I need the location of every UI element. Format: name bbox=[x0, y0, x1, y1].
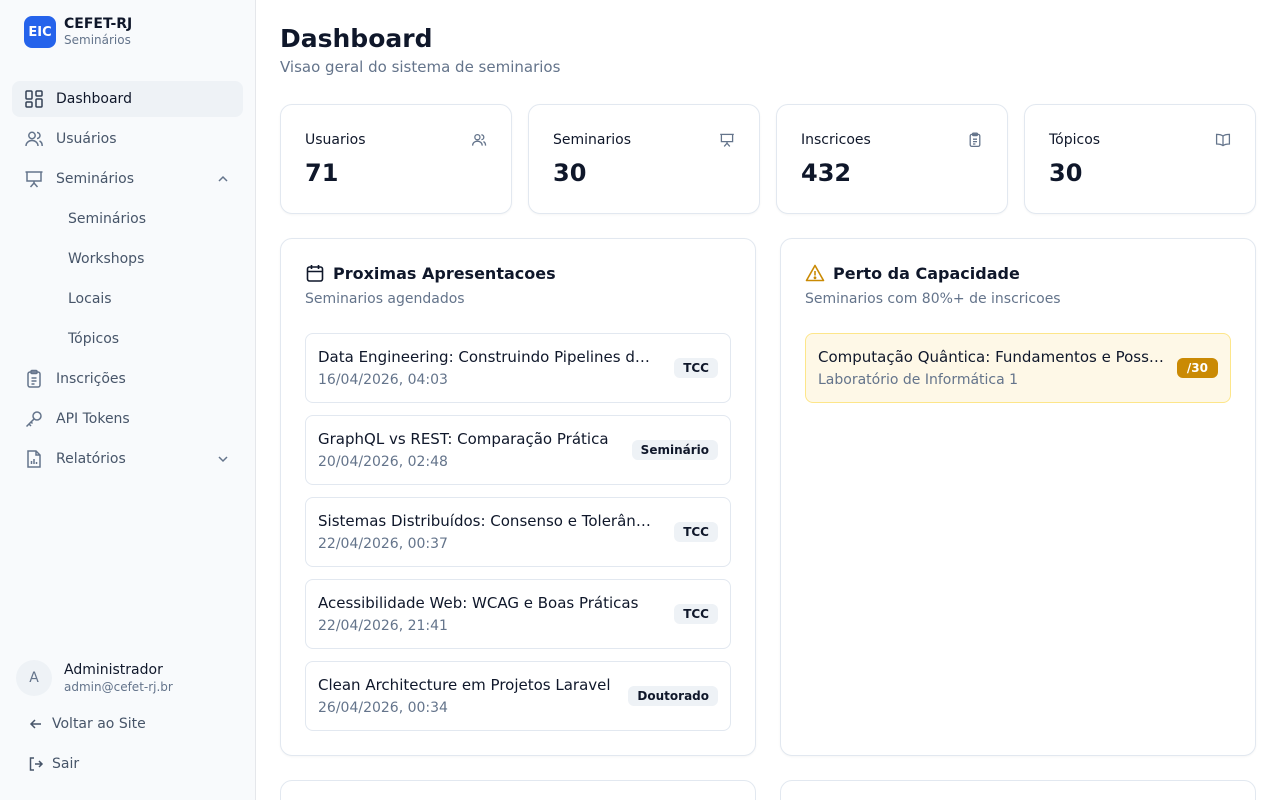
stat-card-usuarios: Usuarios 71 bbox=[280, 104, 512, 214]
page-subtitle: Visao geral do sistema de seminarios bbox=[280, 58, 561, 76]
sidebar-item-label: Usuários bbox=[56, 131, 117, 147]
logout-icon bbox=[28, 756, 44, 772]
seminar-date: 22/04/2026, 00:37 bbox=[318, 536, 448, 552]
presentation-icon bbox=[719, 132, 735, 148]
stat-label: Usuarios bbox=[305, 132, 366, 148]
stat-label: Seminarios bbox=[553, 132, 631, 148]
warning-icon bbox=[805, 263, 825, 283]
brand-subtitle: Seminários bbox=[64, 33, 131, 47]
sidebar-item-label: API Tokens bbox=[56, 411, 130, 427]
panel-subtitle: Seminarios com 80%+ de inscricoes bbox=[805, 291, 1061, 307]
stat-value: 30 bbox=[1049, 159, 1083, 187]
seminar-type-badge: Doutorado bbox=[628, 686, 718, 706]
panel-title: Perto da Capacidade bbox=[833, 263, 1020, 283]
stat-value: 30 bbox=[553, 159, 587, 187]
stat-card-seminarios: Seminarios 30 bbox=[528, 104, 760, 214]
bottom-panel-left bbox=[280, 780, 756, 800]
seminar-title: Data Engineering: Construindo Pipelines … bbox=[318, 348, 658, 366]
near-capacity-panel: Perto da Capacidade Seminarios com 80%+ … bbox=[780, 238, 1256, 756]
capacity-badge: /30 bbox=[1176, 358, 1218, 378]
seminar-title: Acessibilidade Web: WCAG e Boas Práticas bbox=[318, 594, 639, 612]
sidebar-subitem-locais[interactable]: Locais bbox=[12, 281, 243, 317]
seminar-title: Sistemas Distribuídos: Consenso e Tolerâ… bbox=[318, 512, 658, 530]
calendar-icon bbox=[305, 263, 325, 283]
seminar-title: GraphQL vs REST: Comparação Prática bbox=[318, 430, 609, 448]
capacity-item[interactable]: Computação Quântica: Fundamentos e Possi… bbox=[805, 333, 1231, 403]
logout-link[interactable]: Sair bbox=[28, 756, 79, 772]
back-to-site-link[interactable]: Voltar ao Site bbox=[28, 716, 146, 732]
stat-value: 71 bbox=[305, 159, 339, 187]
sidebar-subitem-topicos[interactable]: Tópicos bbox=[12, 321, 243, 357]
book-icon bbox=[1215, 132, 1231, 148]
seminar-title: Clean Architecture em Projetos Laravel bbox=[318, 676, 611, 694]
stat-card-topicos: Tópicos 30 bbox=[1024, 104, 1256, 214]
stat-card-inscricoes: Inscricoes 432 bbox=[776, 104, 1008, 214]
presentation-icon bbox=[24, 169, 44, 189]
seminar-item[interactable]: Data Engineering: Construindo Pipelines … bbox=[305, 333, 731, 403]
bottom-panel-right bbox=[780, 780, 1256, 800]
sidebar: EIC CEFET-RJ Seminários Dashboard Usuári… bbox=[0, 0, 256, 800]
key-icon bbox=[24, 409, 44, 429]
sidebar-item-usuarios[interactable]: Usuários bbox=[12, 121, 243, 157]
seminar-date: 22/04/2026, 21:41 bbox=[318, 618, 448, 634]
seminar-type-badge: TCC bbox=[674, 358, 718, 378]
page-title: Dashboard bbox=[280, 24, 433, 53]
seminar-title: Computação Quântica: Fundamentos e Possi… bbox=[818, 348, 1164, 366]
avatar: A bbox=[16, 660, 52, 696]
sidebar-item-label: Inscrições bbox=[56, 371, 126, 387]
seminar-date: 20/04/2026, 02:48 bbox=[318, 454, 448, 470]
upcoming-presentations-panel: Proximas Apresentacoes Seminarios agenda… bbox=[280, 238, 756, 756]
user-email: admin@cefet-rj.br bbox=[64, 680, 173, 694]
seminar-type-badge: Seminário bbox=[631, 440, 718, 460]
panel-title: Proximas Apresentacoes bbox=[333, 263, 556, 283]
sidebar-item-inscricoes[interactable]: Inscrições bbox=[12, 361, 243, 397]
brand-logo: EIC bbox=[24, 16, 56, 48]
seminar-item[interactable]: Clean Architecture em Projetos Laravel 2… bbox=[305, 661, 731, 731]
dashboard-icon bbox=[24, 89, 44, 109]
brand[interactable]: EIC CEFET-RJ Seminários bbox=[24, 16, 132, 48]
seminar-type-badge: TCC bbox=[674, 522, 718, 542]
panel-subtitle: Seminarios agendados bbox=[305, 291, 465, 307]
user-name: Administrador bbox=[64, 662, 163, 678]
user-profile[interactable]: A Administrador admin@cefet-rj.br bbox=[16, 660, 173, 696]
logout-label: Sair bbox=[52, 756, 80, 772]
stat-value: 432 bbox=[801, 159, 852, 187]
users-icon bbox=[24, 129, 44, 149]
sidebar-subitem-workshops[interactable]: Workshops bbox=[12, 241, 243, 277]
seminar-date: 16/04/2026, 04:03 bbox=[318, 372, 448, 388]
clipboard-icon bbox=[24, 369, 44, 389]
arrow-left-icon bbox=[28, 716, 44, 732]
sidebar-item-label: Relatórios bbox=[56, 451, 126, 467]
seminar-date: 26/04/2026, 00:34 bbox=[318, 700, 448, 716]
back-to-site-label: Voltar ao Site bbox=[52, 716, 146, 732]
main-content: Dashboard Visao geral do sistema de semi… bbox=[256, 0, 1280, 800]
report-icon bbox=[24, 449, 44, 469]
sidebar-nav: Dashboard Usuários Seminários Seminários… bbox=[12, 81, 243, 481]
users-icon bbox=[471, 132, 487, 148]
seminar-item[interactable]: Acessibilidade Web: WCAG e Boas Práticas… bbox=[305, 579, 731, 649]
clipboard-icon bbox=[967, 132, 983, 148]
sidebar-item-relatorios[interactable]: Relatórios bbox=[12, 441, 243, 477]
seminar-item[interactable]: GraphQL vs REST: Comparação Prática 20/0… bbox=[305, 415, 731, 485]
chevron-up-icon[interactable] bbox=[215, 171, 231, 187]
brand-name: CEFET-RJ bbox=[64, 16, 133, 32]
seminar-location: Laboratório de Informática 1 bbox=[818, 372, 1019, 388]
stat-label: Tópicos bbox=[1049, 132, 1101, 148]
sidebar-item-dashboard[interactable]: Dashboard bbox=[12, 81, 243, 117]
chevron-down-icon[interactable] bbox=[215, 451, 231, 467]
sidebar-item-label: Dashboard bbox=[56, 91, 132, 107]
sidebar-item-seminarios[interactable]: Seminários bbox=[12, 161, 243, 197]
stat-label: Inscricoes bbox=[801, 132, 871, 148]
seminar-item[interactable]: Sistemas Distribuídos: Consenso e Tolerâ… bbox=[305, 497, 731, 567]
sidebar-subitem-seminarios[interactable]: Seminários bbox=[12, 201, 243, 237]
sidebar-item-api-tokens[interactable]: API Tokens bbox=[12, 401, 243, 437]
sidebar-item-label: Seminários bbox=[56, 171, 134, 187]
seminar-type-badge: TCC bbox=[674, 604, 718, 624]
